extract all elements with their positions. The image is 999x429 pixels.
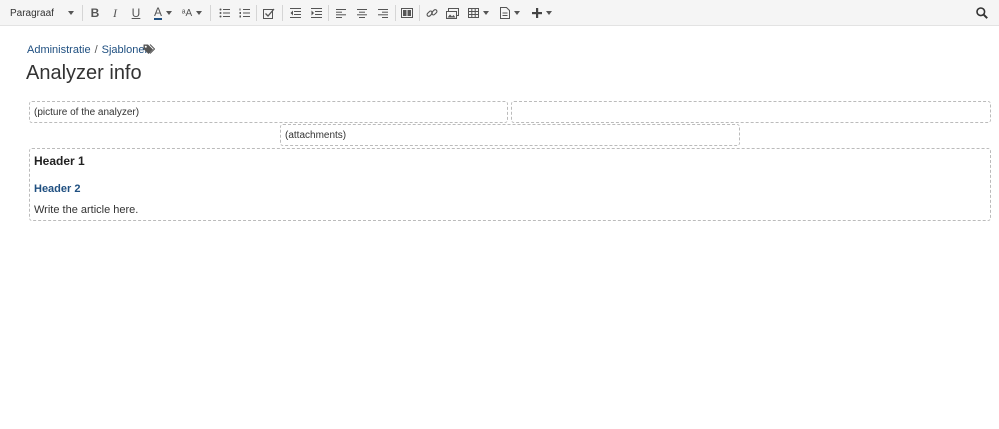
insert-image-button[interactable]	[445, 4, 459, 22]
chevron-down-icon	[68, 11, 74, 15]
task-list-button[interactable]	[262, 4, 276, 22]
link-icon	[426, 9, 438, 17]
breadcrumb: Administratie / Sjablonen	[27, 44, 151, 56]
bullet-list-icon	[219, 8, 230, 18]
image-icon	[445, 7, 459, 19]
page-layout-button[interactable]	[400, 4, 414, 22]
chevron-down-icon	[546, 11, 552, 15]
bullet-list-button[interactable]	[217, 4, 231, 22]
outdent-button[interactable]	[288, 4, 302, 22]
layout-cell-left[interactable]: (picture of the analyzer)	[29, 101, 508, 123]
toolbar-divider	[256, 5, 257, 21]
italic-button[interactable]: I	[108, 4, 122, 22]
layout-cell-article[interactable]: Header 1 Header 2 Write the article here…	[29, 148, 991, 221]
chevron-down-icon	[196, 11, 203, 15]
text-color-icon: A	[153, 5, 162, 20]
align-center-icon	[357, 8, 367, 18]
insert-template-button[interactable]	[499, 4, 521, 22]
text-format-icon: ᵃA	[181, 7, 193, 19]
layout-cell-right[interactable]	[511, 101, 991, 123]
toolbar-divider	[328, 5, 329, 21]
align-right-icon	[378, 8, 388, 18]
align-center-button[interactable]	[355, 4, 369, 22]
page-layout-icon	[401, 8, 413, 18]
plus-icon	[532, 8, 542, 18]
toolbar-divider	[210, 5, 211, 21]
paragraph-style-label: Paragraaf	[10, 7, 54, 19]
bold-button[interactable]: B	[88, 4, 102, 22]
article-body-text: Write the article here.	[34, 204, 139, 216]
bold-icon: B	[90, 6, 100, 20]
underline-icon: U	[131, 6, 141, 20]
chevron-down-icon	[166, 11, 172, 15]
attachments-placeholder-text: (attachments)	[285, 130, 347, 141]
indent-icon	[310, 8, 322, 18]
page-title[interactable]: Analyzer info	[26, 62, 142, 85]
align-right-button[interactable]	[376, 4, 390, 22]
text-format-button[interactable]: ᵃA	[181, 4, 203, 22]
chevron-down-icon	[514, 11, 520, 15]
align-left-icon	[336, 8, 346, 18]
breadcrumb-administratie[interactable]: Administratie	[27, 44, 91, 56]
paragraph-style-dropdown[interactable]: Paragraaf	[10, 4, 74, 22]
document-icon	[500, 7, 510, 19]
picture-placeholder-text: (picture of the analyzer)	[34, 107, 140, 118]
editor-toolbar: Paragraaf B I U A ᵃA	[0, 0, 999, 26]
indent-button[interactable]	[309, 4, 323, 22]
search-icon	[976, 7, 988, 19]
header-1: Header 1	[34, 154, 85, 168]
insert-more-button[interactable]	[531, 4, 553, 22]
chevron-down-icon	[482, 11, 489, 15]
checkbox-icon	[263, 8, 275, 19]
header-2: Header 2	[34, 183, 81, 195]
insert-link-button[interactable]	[425, 4, 439, 22]
insert-table-button[interactable]	[467, 4, 489, 22]
find-replace-button[interactable]	[975, 4, 989, 22]
text-color-button[interactable]: A	[150, 4, 176, 22]
toolbar-divider	[82, 5, 83, 21]
italic-icon: I	[113, 5, 117, 20]
table-icon	[467, 8, 479, 18]
labels-tag-icon[interactable]	[143, 44, 155, 55]
numbered-list-button[interactable]	[237, 4, 251, 22]
toolbar-divider	[419, 5, 420, 21]
toolbar-divider	[395, 5, 396, 21]
breadcrumb-separator: /	[94, 44, 98, 56]
align-left-button[interactable]	[334, 4, 348, 22]
toolbar-divider	[282, 5, 283, 21]
layout-cell-attachments[interactable]: (attachments)	[280, 124, 740, 146]
underline-button[interactable]: U	[129, 4, 143, 22]
outdent-icon	[289, 8, 301, 18]
numbered-list-icon	[239, 8, 250, 18]
